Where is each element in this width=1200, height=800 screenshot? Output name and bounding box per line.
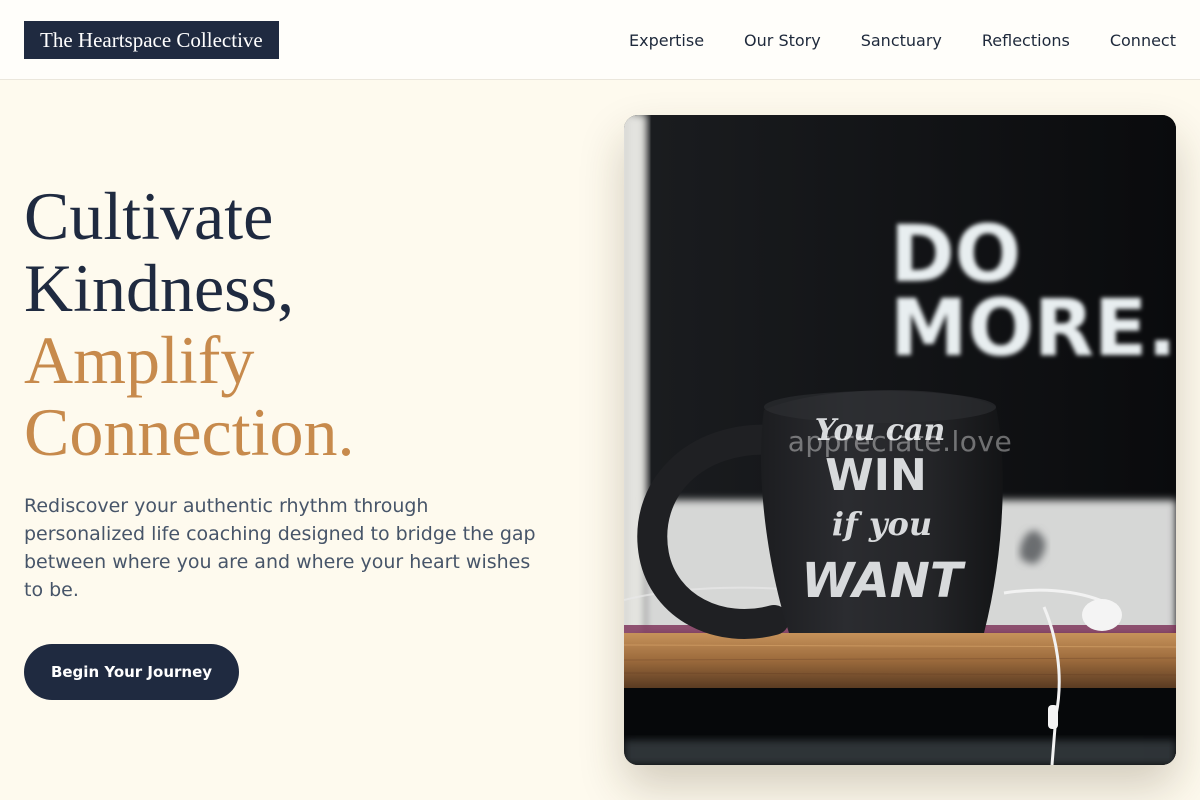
hero-title-accent-line-1: Amplify <box>24 322 255 398</box>
hero-description: Rediscover your authentic rhythm through… <box>24 495 536 601</box>
hero-title-line-2: Kindness, <box>24 250 295 326</box>
hero-title-accent-line-2: Connection. <box>24 394 355 470</box>
begin-journey-button[interactable]: Begin Your Journey <box>24 644 239 700</box>
brand-logo[interactable]: The Heartspace Collective <box>24 21 279 59</box>
earbud-icon <box>1082 599 1122 631</box>
site-header: The Heartspace Collective Expertise Our … <box>0 0 1200 80</box>
nav-item-our-story[interactable]: Our Story <box>744 31 821 50</box>
wooden-shelf <box>624 633 1176 688</box>
sign-text-line-2: MORE. <box>890 284 1176 374</box>
nav-item-expertise[interactable]: Expertise <box>629 31 704 50</box>
main-nav: Expertise Our Story Sanctuary Reflection… <box>629 0 1176 80</box>
cable-remote <box>1048 705 1058 729</box>
image-watermark: appreciate.love <box>787 425 1013 458</box>
nav-item-sanctuary[interactable]: Sanctuary <box>861 31 942 50</box>
nav-item-reflections[interactable]: Reflections <box>982 31 1070 50</box>
hero-title-line-1: Cultivate <box>24 178 274 254</box>
hero-image: DO MORE. You can WIN if you WANT appreci… <box>624 115 1176 765</box>
mug-text-line-3: if you <box>832 505 932 543</box>
mug-text-line-4: WANT <box>801 553 966 609</box>
hero-title: Cultivate Kindness, Amplify Connection. <box>24 180 355 468</box>
nav-item-connect[interactable]: Connect <box>1110 31 1176 50</box>
